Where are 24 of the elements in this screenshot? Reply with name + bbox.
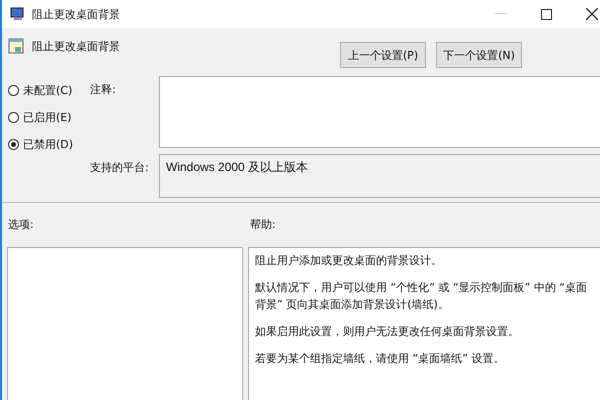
- nav-button[interactable]: 下一个设置(N): [436, 42, 522, 68]
- nav-button[interactable]: 上一个设置(P): [340, 42, 426, 68]
- radio-icon[interactable]: [8, 139, 19, 150]
- platform-label: 支持的平台:: [90, 160, 150, 176]
- window-title: 阻止更改桌面背景: [32, 6, 120, 22]
- maximize-icon[interactable]: [541, 8, 552, 20]
- close-icon[interactable]: [586, 8, 598, 20]
- policy-name: 阻止更改桌面背景: [32, 38, 120, 54]
- radio-icon[interactable]: [8, 85, 19, 96]
- platform-field: Windows 2000 及以上版本: [159, 154, 600, 198]
- help-paragraph: 如果启用此设置，则用户无法更改任何桌面背景设置。: [255, 324, 520, 340]
- radio-option[interactable]: 未配置(C): [8, 82, 90, 99]
- comment-field[interactable]: [159, 76, 600, 148]
- policy-icon: [8, 38, 24, 54]
- radio-icon[interactable]: [8, 112, 19, 123]
- options-label: 选项:: [8, 217, 35, 233]
- radio-option[interactable]: 已启用(E): [8, 109, 90, 126]
- radio-option[interactable]: 已禁用(D): [8, 136, 90, 153]
- computer-icon: [10, 7, 26, 21]
- help-paragraph: 阻止用户添加或更改桌面的背景设计。: [255, 253, 443, 269]
- comment-label: 注释:: [90, 82, 117, 98]
- help-paragraph: 若要为某个组指定墙纸，请使用 “桌面墙纸” 设置。: [255, 351, 506, 367]
- help-label: 帮助:: [250, 217, 276, 233]
- help-paragraph: 默认情况下，用户可以使用 “个性化” 或 “显示控制面板” 中的 “桌面背景” 页向其桌面添加背景设计(墙纸)。: [255, 280, 588, 313]
